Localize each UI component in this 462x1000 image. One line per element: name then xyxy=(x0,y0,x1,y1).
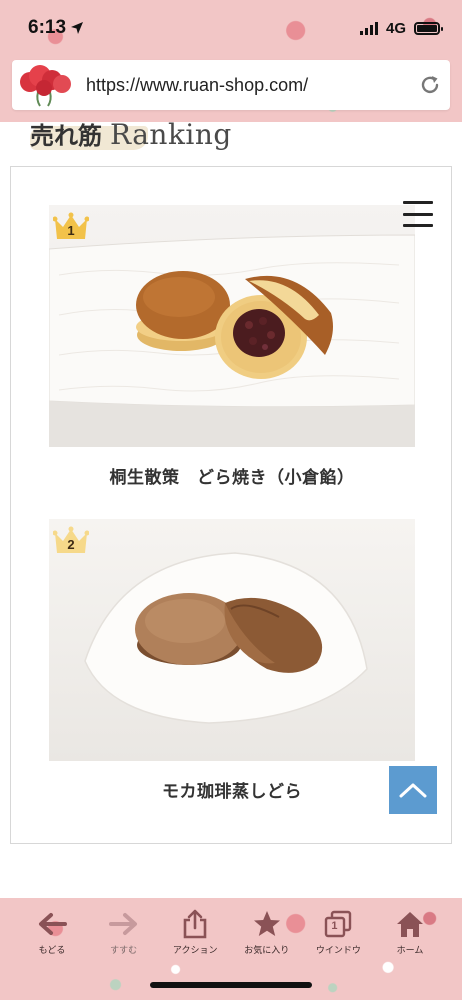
star-icon xyxy=(251,908,283,940)
windows-count: 1 xyxy=(331,920,338,932)
rank-number-1: 1 xyxy=(67,223,75,238)
time-text: 6:13 xyxy=(28,17,67,38)
battery-icon xyxy=(414,21,443,35)
site-favicon xyxy=(16,62,76,108)
forward-button[interactable]: すすむ xyxy=(90,908,158,966)
ranking-panel: 1 桐生散策 どら焼き（小倉餡） 2 モカ珈琲蒸しどら xyxy=(10,166,452,844)
toolbar-buttons: もどる すすむ アクション お気に入り 1 ウインドウ ホーム xyxy=(18,908,444,966)
action-button[interactable]: アクション xyxy=(161,908,229,966)
browser-header: 6:13 4G https://www.ruan-shop.com/ xyxy=(0,0,462,122)
home-label: ホーム xyxy=(396,946,424,956)
arrow-right-icon xyxy=(108,908,140,940)
heading-en: Ranking xyxy=(110,122,232,151)
product-name-2[interactable]: モカ珈琲蒸しどら xyxy=(49,777,415,802)
back-button[interactable]: もどる xyxy=(18,908,86,966)
location-arrow-icon xyxy=(71,22,84,34)
windows-icon: 1 xyxy=(322,908,354,940)
network-type: 4G xyxy=(385,19,406,37)
product-name-1[interactable]: 桐生散策 どら焼き（小倉餡） xyxy=(49,463,415,488)
favorites-button[interactable]: お気に入り xyxy=(233,908,301,966)
status-time: 6:13 xyxy=(28,17,84,39)
ranking-heading: 売れ筋 Ranking xyxy=(30,122,232,156)
windows-button[interactable]: 1 ウインドウ xyxy=(304,908,372,966)
chevron-up-icon xyxy=(399,783,427,798)
rank-number-2: 2 xyxy=(67,537,75,552)
rank-crown-1: 1 xyxy=(52,211,90,241)
favorites-label: お気に入り xyxy=(244,946,290,956)
reload-icon[interactable] xyxy=(410,65,450,105)
product-image-mocha-mushidora[interactable]: 2 xyxy=(49,519,415,761)
share-icon xyxy=(179,908,211,940)
forward-label: すすむ xyxy=(110,946,138,956)
browser-toolbar: もどる すすむ アクション お気に入り 1 ウインドウ ホーム xyxy=(0,898,462,1000)
signal-icon xyxy=(359,21,378,35)
windows-label: ウインドウ xyxy=(315,946,361,956)
menu-icon[interactable] xyxy=(403,201,433,227)
arrow-left-icon xyxy=(36,908,68,940)
action-label: アクション xyxy=(172,946,218,956)
home-button[interactable]: ホーム xyxy=(376,908,444,966)
back-label: もどる xyxy=(38,946,66,956)
heading-jp: 売れ筋 xyxy=(30,122,102,150)
home-indicator[interactable] xyxy=(150,982,312,988)
ranking-item-1[interactable]: 1 桐生散策 どら焼き（小倉餡） xyxy=(49,205,415,488)
status-bar: 6:13 4G xyxy=(0,0,462,56)
product-image-dorayaki[interactable]: 1 xyxy=(49,205,415,447)
url-text[interactable]: https://www.ruan-shop.com/ xyxy=(86,75,410,96)
back-to-top-button[interactable] xyxy=(389,766,437,814)
rank-crown-2: 2 xyxy=(52,525,90,555)
ranking-item-2[interactable]: 2 モカ珈琲蒸しどら xyxy=(49,519,415,802)
status-indicators: 4G xyxy=(359,19,443,37)
url-bar[interactable]: https://www.ruan-shop.com/ xyxy=(12,60,450,110)
home-icon xyxy=(394,908,426,940)
